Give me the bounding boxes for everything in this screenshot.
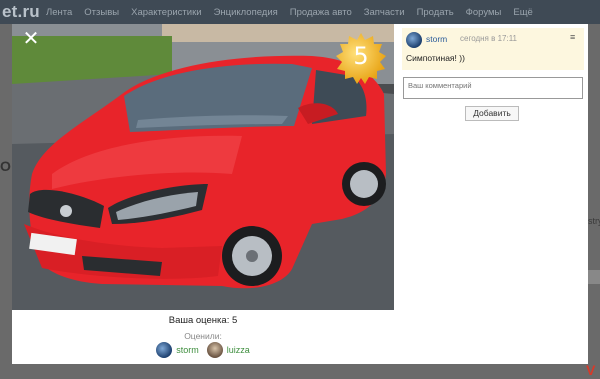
avatar[interactable] (406, 32, 422, 48)
background-text: stry (588, 216, 600, 226)
rater-storm[interactable]: storm (156, 342, 199, 358)
avatar (206, 342, 223, 358)
rating-badge-value: 5 (353, 42, 369, 70)
add-comment-button[interactable]: Добавить (465, 106, 519, 121)
rater-luizza[interactable]: luizza (206, 342, 250, 358)
car-photo[interactable]: ✕ 5 (12, 24, 394, 310)
site-logo[interactable]: et.ru (2, 2, 40, 22)
site-nav: Лента Отзывы Характеристики Энциклопедия… (46, 0, 533, 24)
comments-panel: storm сегодня в 17:11 ≡ Симпотиная! )) Д… (394, 24, 588, 364)
comment-time: сегодня в 17:11 (460, 34, 518, 43)
your-rating: Ваша оценка: 5 (168, 315, 238, 326)
menu-icon[interactable]: ≡ (570, 32, 575, 42)
photo-modal: ✕ 5 Ваша оценка: 5 Оценили: storm luizza (12, 24, 588, 364)
comment-input[interactable] (403, 77, 583, 99)
nav-item[interactable]: Характеристики (131, 7, 201, 18)
corner-logo: V (586, 362, 596, 378)
nav-item[interactable]: Форумы (466, 7, 502, 18)
nav-item[interactable]: Продажа авто (290, 7, 352, 18)
nav-item[interactable]: Энциклопедия (214, 7, 278, 18)
comment-text: Симпотиная! )) (406, 53, 465, 63)
rating-badge: 5 (334, 32, 388, 86)
rater-name: storm (176, 345, 199, 355)
comment-item: storm сегодня в 17:11 ≡ Симпотиная! )) (402, 28, 584, 70)
background-heading: О (0, 158, 11, 174)
close-icon[interactable]: ✕ (22, 29, 40, 49)
nav-item[interactable]: Продать (417, 7, 454, 18)
avatar (156, 342, 173, 358)
rated-by-label: Оценили: (184, 331, 222, 341)
comment-author[interactable]: storm (426, 34, 447, 44)
nav-item[interactable]: Запчасти (364, 7, 405, 18)
nav-item[interactable]: Лента (46, 7, 72, 18)
rater-name: luizza (226, 345, 250, 355)
nav-item[interactable]: Отзывы (84, 7, 119, 18)
nav-item[interactable]: Ещё (513, 7, 532, 18)
site-header: et.ru Лента Отзывы Характеристики Энцикл… (0, 0, 600, 24)
raters-list: storm luizza (12, 342, 394, 358)
